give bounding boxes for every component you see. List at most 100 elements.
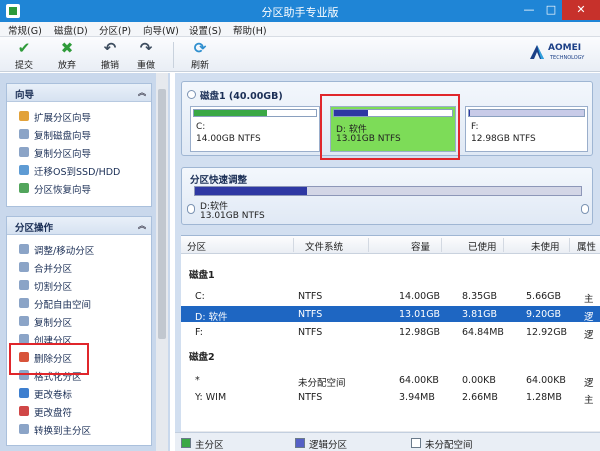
quick-adjust-bar[interactable] (194, 186, 582, 196)
table-row[interactable]: Y: WIM NTFS 3.94MB 2.66MB 1.28MB 主 (181, 389, 600, 406)
sidebar-scrollbar[interactable] (156, 73, 168, 451)
discard-button[interactable]: ✖ 放弃 (52, 39, 82, 71)
column-header[interactable]: 未使用 (531, 239, 560, 253)
cell-capacity: 13.01GB (399, 309, 441, 320)
menu-bar: 常规(G) 磁盘(D) 分区(P) 向导(W) 设置(S) 帮助(H) (0, 22, 600, 37)
column-divider[interactable] (569, 238, 570, 252)
menu-partition[interactable]: 分区(P) (99, 23, 131, 37)
sidebar-item-allocate-space[interactable]: 分配自由空间 (15, 295, 147, 311)
partition-c-block[interactable]: C: 14.00GB NTFS (190, 106, 320, 152)
column-header[interactable]: 属性 (577, 239, 596, 253)
sidebar-item-label: 分区恢复向导 (34, 185, 92, 196)
cell-used: 2.66MB (462, 392, 498, 403)
partition-name: C: (196, 122, 206, 132)
partition-recovery-icon (19, 183, 29, 193)
menu-help[interactable]: 帮助(H) (233, 23, 267, 37)
maximize-button[interactable]: □ (540, 0, 562, 20)
undo-button[interactable]: ↶ 撤销 (95, 39, 125, 71)
sidebar-item-migrate-os[interactable]: 迁移OS到SSD/HDD (15, 162, 147, 178)
undo-label: 撤销 (100, 61, 119, 71)
commit-button[interactable]: ✔ 提交 (9, 39, 39, 71)
sidebar-item-copy-disk[interactable]: 复制磁盘向导 (15, 126, 147, 142)
table-row-selected[interactable]: D: 软件 NTFS 13.01GB 3.81GB 9.20GB 逻 (181, 306, 600, 323)
column-header[interactable]: 已使用 (468, 239, 497, 253)
sidebar-item-label: 复制磁盘向导 (34, 131, 92, 142)
discard-label: 放弃 (57, 61, 76, 71)
disk-group-label: 磁盘2 (189, 352, 215, 363)
sidebar-item-merge[interactable]: 合并分区 (15, 259, 147, 275)
sidebar-item-change-label[interactable]: 更改卷标 (15, 385, 147, 401)
legend-swatch (181, 438, 191, 448)
usage-bar (468, 109, 585, 117)
sidebar-scroll-thumb[interactable] (158, 89, 166, 339)
minimize-button[interactable]: — (518, 0, 540, 20)
close-button[interactable]: ✕ (562, 0, 600, 20)
wizard-panel-title: 向导 (15, 90, 35, 101)
partition-ops-title: 分区操作 (15, 223, 54, 234)
cell-partition: C: (195, 291, 205, 302)
sidebar-item-label: 调整/移动分区 (34, 246, 95, 257)
window-title: 分区助手专业版 (261, 6, 339, 19)
sidebar-item-resize-move[interactable]: 调整/移动分区 (15, 241, 147, 257)
table-row[interactable]: F: NTFS 12.98GB 64.84MB 12.92GB 逻 (181, 324, 600, 341)
change-label-icon (19, 388, 29, 398)
sidebar-item-change-letter[interactable]: 更改盘符 (15, 403, 147, 419)
sidebar-item-label: 扩展分区向导 (34, 113, 92, 124)
menu-wizard[interactable]: 向导(W) (143, 23, 179, 37)
cell-capacity: 3.94MB (399, 392, 435, 403)
cell-filesystem: 未分配空间 (298, 378, 346, 389)
menu-disk[interactable]: 磁盘(D) (54, 23, 88, 37)
quick-adjust-title: 分区快速调整 (190, 175, 248, 186)
column-divider[interactable] (368, 238, 369, 252)
redo-icon: ↷ (139, 39, 153, 57)
partition-f-block[interactable]: F: 12.98GB NTFS (465, 106, 588, 152)
table-row[interactable]: * 未分配空间 64.00KB 0.00KB 64.00KB 逻 (181, 372, 600, 389)
cell-filesystem: NTFS (298, 309, 323, 320)
sidebar-item-copy-partition[interactable]: 复制分区向导 (15, 144, 147, 160)
partition-d-highlight (320, 94, 460, 160)
partition-size: 12.98GB NTFS (471, 134, 536, 144)
column-header[interactable]: 文件系统 (305, 239, 343, 253)
sidebar-item-partition-recovery[interactable]: 分区恢复向导 (15, 180, 147, 196)
right-resize-handle[interactable] (581, 204, 589, 214)
commit-label: 提交 (14, 61, 33, 71)
column-divider[interactable] (441, 238, 442, 252)
extend-wizard-icon (19, 111, 29, 121)
usage-bar (193, 109, 317, 117)
copy-disk-icon (19, 129, 29, 139)
cell-filesystem: NTFS (298, 291, 323, 302)
aomei-logo-icon (530, 45, 544, 59)
change-letter-icon (19, 406, 29, 416)
legend-label: 主分区 (195, 440, 224, 451)
table-header: 分区 文件系统 容量 已使用 未使用 属性 (181, 236, 600, 254)
sidebar-item-split[interactable]: 切割分区 (15, 277, 147, 293)
sidebar-item-extend-wizard[interactable]: 扩展分区向导 (15, 108, 147, 124)
column-header[interactable]: 容量 (411, 239, 430, 253)
redo-button[interactable]: ↷ 重做 (131, 39, 161, 71)
sidebar-item-label: 复制分区向导 (34, 149, 92, 160)
sidebar-item-label: 迁移OS到SSD/HDD (34, 167, 121, 178)
table-row[interactable]: C: NTFS 14.00GB 8.35GB 5.66GB 主 (181, 288, 600, 305)
legend-bar: 主分区 逻辑分区 未分配空间 (175, 432, 600, 451)
sidebar-item-convert-primary[interactable]: 转换到主分区 (15, 421, 147, 437)
wizard-panel-header[interactable]: 向导 ︽ (7, 84, 151, 102)
left-resize-handle[interactable] (187, 204, 195, 214)
collapse-icon[interactable]: ︽ (138, 220, 146, 231)
column-divider[interactable] (503, 238, 504, 252)
cell-free: 5.66GB (526, 291, 562, 302)
copy-partition-icon (19, 316, 29, 326)
disk-select-radio[interactable] (187, 90, 196, 99)
copy-partition-icon (19, 147, 29, 157)
logo-name: AOMEI (548, 43, 582, 53)
cell-used: 64.84MB (462, 327, 504, 338)
column-header[interactable]: 分区 (187, 239, 206, 253)
column-divider[interactable] (293, 238, 294, 252)
quick-adjust-fill (195, 187, 307, 195)
partition-ops-header[interactable]: 分区操作 ︽ (7, 217, 151, 235)
refresh-button[interactable]: ⟳ 刷新 (185, 39, 215, 71)
collapse-icon[interactable]: ︽ (138, 87, 146, 98)
menu-general[interactable]: 常规(G) (8, 23, 42, 37)
menu-settings[interactable]: 设置(S) (189, 23, 221, 37)
sidebar-item-copy-partition-op[interactable]: 复制分区 (15, 313, 147, 329)
cell-filesystem: NTFS (298, 392, 323, 403)
